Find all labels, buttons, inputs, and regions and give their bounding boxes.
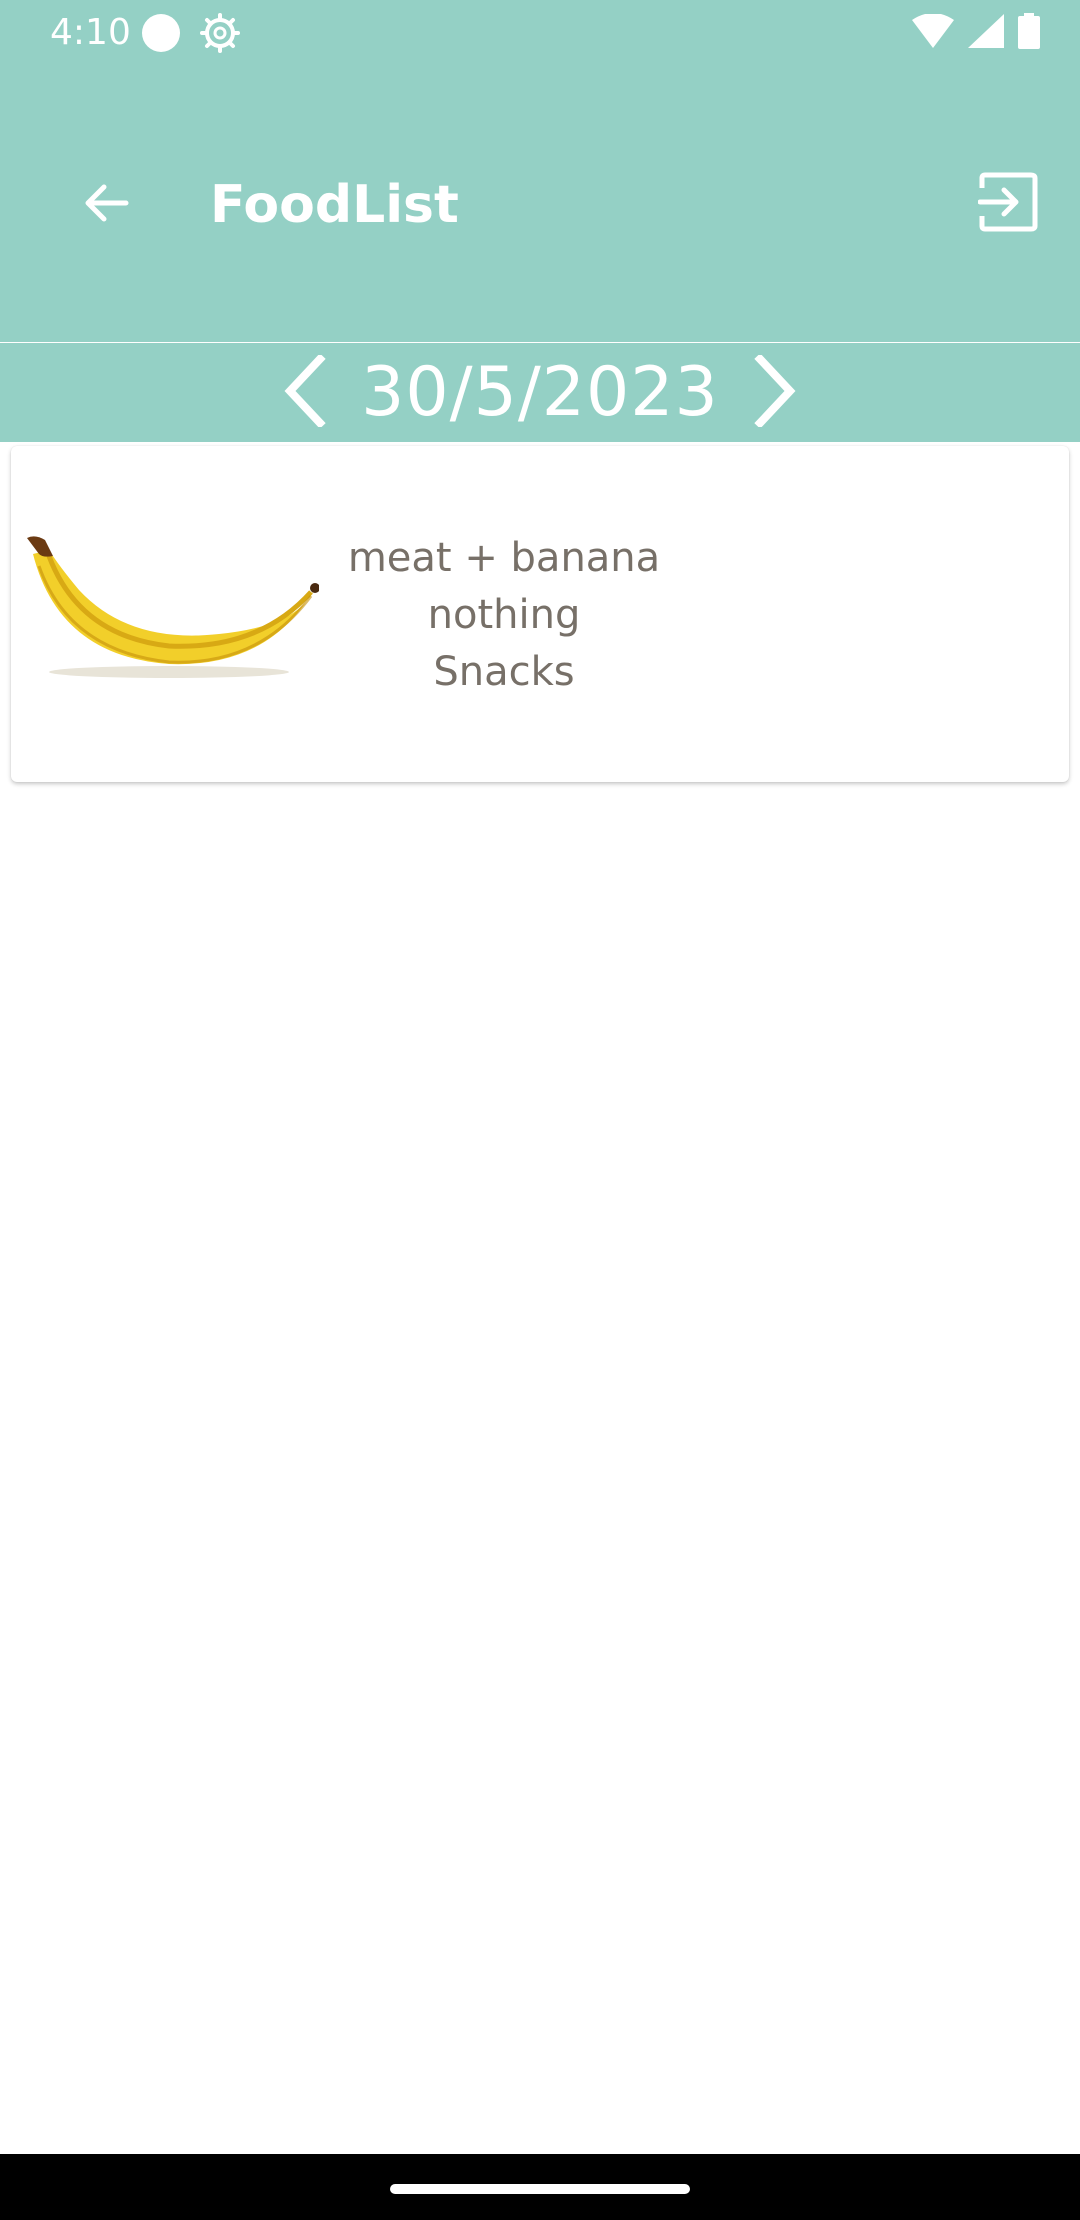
status-bar: 4:10: [0, 0, 1080, 66]
logout-button[interactable]: [970, 166, 1046, 242]
back-button[interactable]: [66, 170, 146, 240]
date-navigator: 30/5/2023: [0, 343, 1080, 442]
home-gesture-handle[interactable]: [390, 2184, 690, 2194]
current-date: 30/5/2023: [361, 353, 719, 432]
chevron-right-icon: [754, 352, 798, 431]
food-item-name: meat + banana: [347, 535, 661, 581]
app-bar: FoodList: [0, 66, 1080, 343]
cell-signal-icon: [968, 14, 1004, 52]
battery-icon: [1018, 13, 1040, 53]
logout-icon: [977, 172, 1038, 236]
system-navigation-bar: [0, 2154, 1080, 2220]
page-title: FoodList: [210, 175, 459, 235]
chevron-left-icon: [282, 352, 326, 431]
notification-dot-icon: [142, 14, 180, 52]
food-item-category: Snacks: [433, 649, 575, 695]
next-date-button[interactable]: [741, 348, 811, 438]
status-icons: [912, 13, 1040, 53]
food-list-screen: 4:10 FoodList 30/5/2023 meat + banana no…: [0, 0, 1080, 2220]
wifi-icon: [912, 13, 954, 52]
food-item-note: nothing: [427, 592, 581, 638]
status-time: 4:10: [50, 12, 131, 53]
banana-image: [19, 526, 320, 686]
food-item-details: meat + banana nothing Snacks: [331, 530, 677, 701]
food-list-item[interactable]: meat + banana nothing Snacks: [11, 446, 1069, 782]
arrow-back-icon: [82, 183, 130, 227]
previous-date-button[interactable]: [269, 348, 339, 438]
settings-gear-icon: [200, 13, 240, 53]
